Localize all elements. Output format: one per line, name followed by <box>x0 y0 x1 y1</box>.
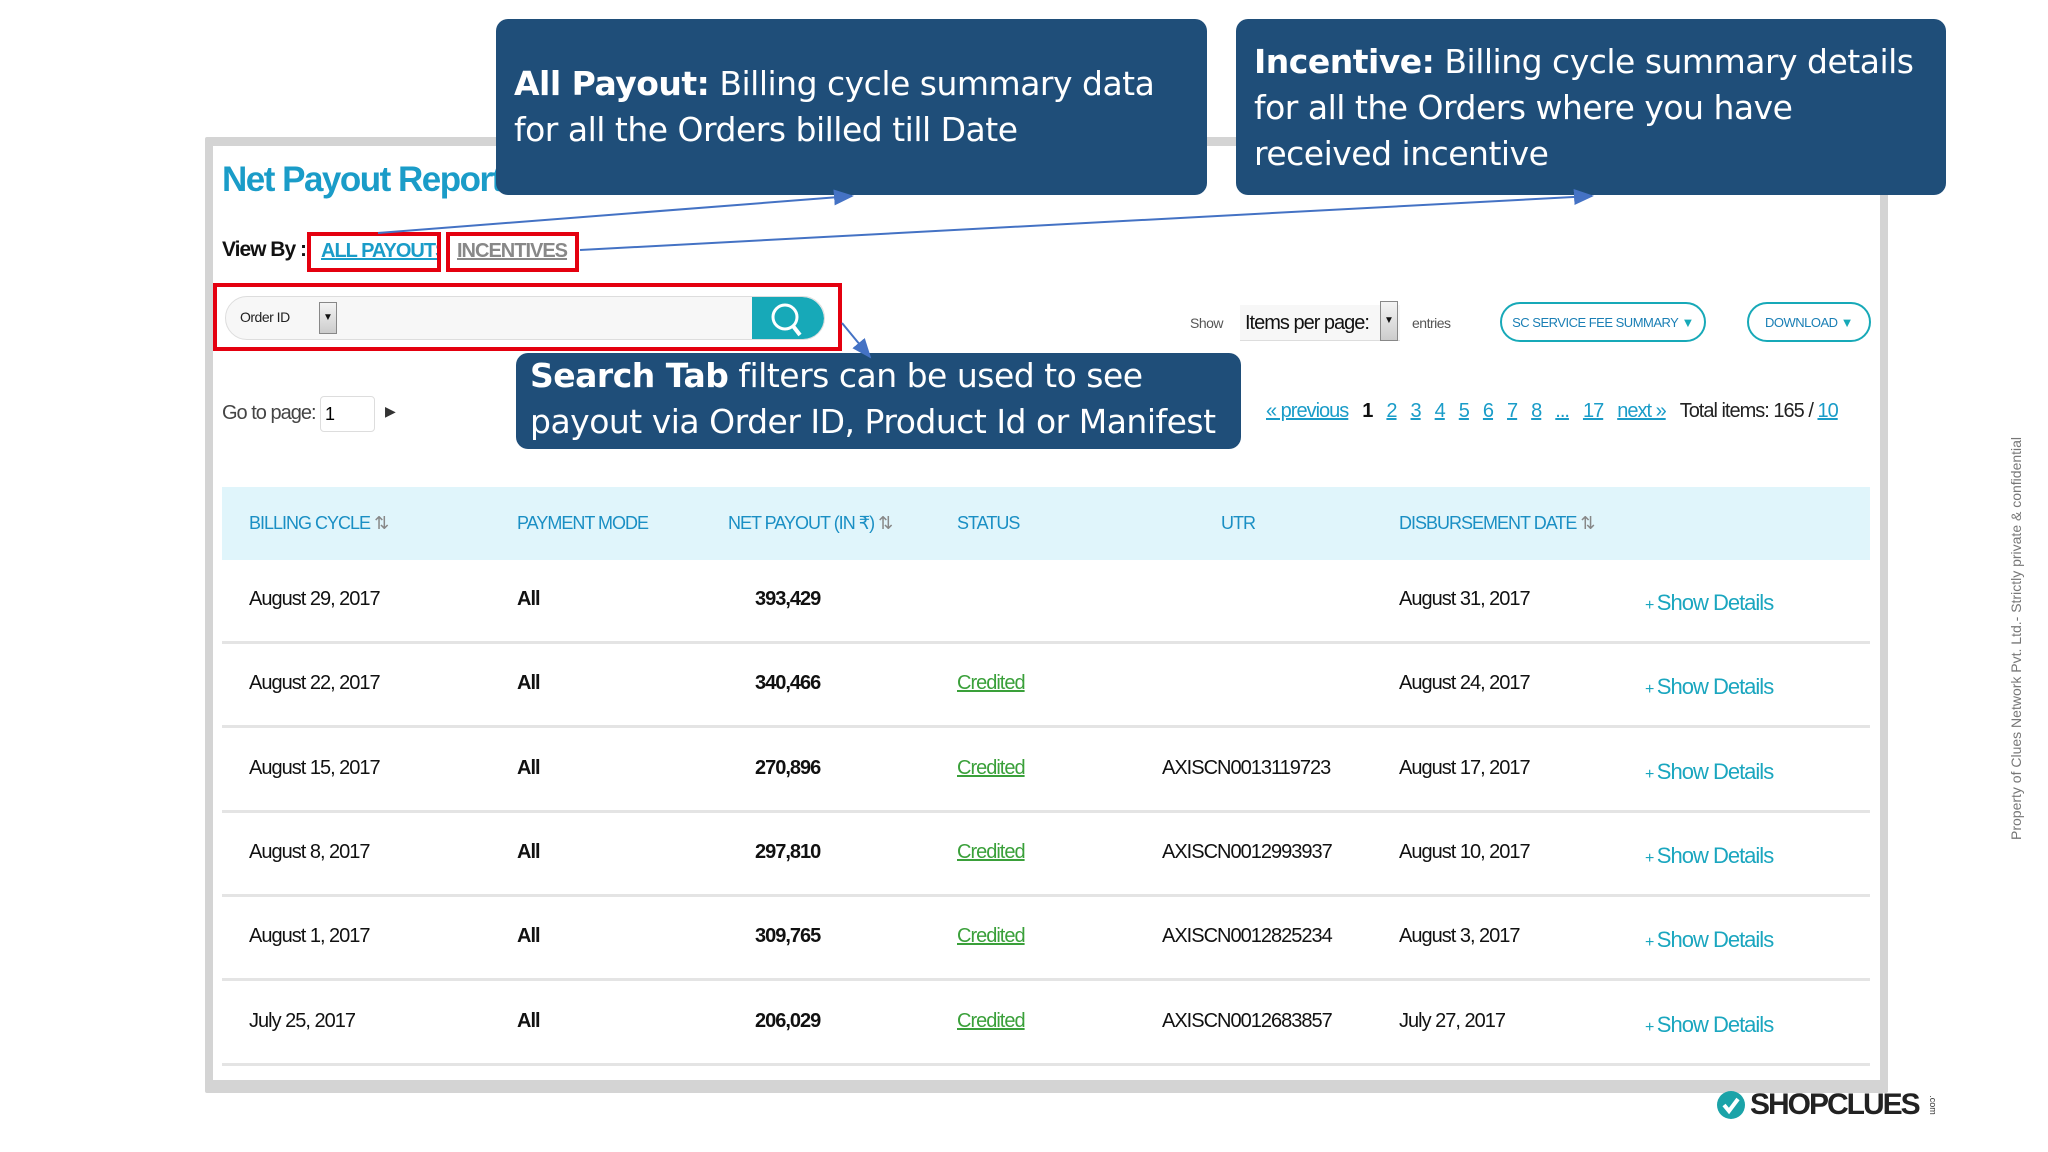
arrow-incentive <box>579 188 1594 251</box>
shopclues-logo: SHOPCLUES .com <box>1716 1088 1942 1122</box>
arrow-search <box>841 322 872 359</box>
confidential-watermark: Property of Clues Network Pvt. Ltd.- Str… <box>2008 436 2024 840</box>
arrow-all-payout <box>377 189 854 234</box>
check-badge-icon <box>1717 1091 1745 1119</box>
logo-suffix: .com <box>1927 1095 1938 1115</box>
annotation-arrows <box>377 188 1594 359</box>
logo-text: SHOPCLUES <box>1750 1088 1921 1121</box>
